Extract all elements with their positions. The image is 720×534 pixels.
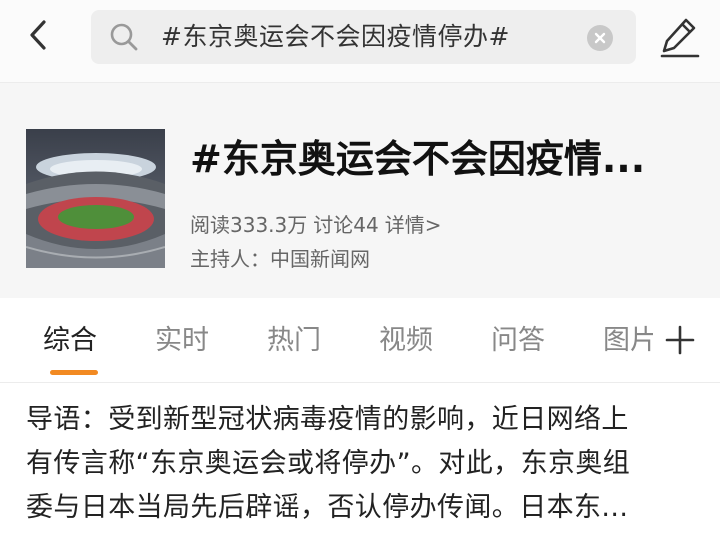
intro-line: 委与日本当局先后辟谣，否认停办传闻。日本东... <box>26 492 629 523</box>
tab-comprehensive[interactable]: 综合 <box>43 318 97 357</box>
topic-header: #东京奥运会不会因疫情... 阅读333.3万 讨论44 详情> 主持人：中国新闻网 <box>0 83 720 298</box>
active-tab-indicator <box>50 370 98 375</box>
topic-host: 主持人：中国新闻网 <box>190 247 370 271</box>
edit-icon[interactable] <box>658 14 702 58</box>
back-icon[interactable] <box>22 18 56 52</box>
topic-title: #东京奥运会不会因疫情... <box>190 137 646 181</box>
search-query[interactable]: #东京奥运会不会因疫情停办# <box>161 10 510 64</box>
topic-stats: 阅读333.3万 讨论44 详情> <box>190 209 447 238</box>
intro-line: 有传言称“东京奥运会或将停办”。对此，东京奥组 <box>26 448 631 479</box>
tab-realtime[interactable]: 实时 <box>155 318 209 357</box>
intro-line: 导语：受到新型冠状病毒疫情的影响，近日网络上 <box>26 404 629 435</box>
read-count: 阅读333.3万 <box>190 213 308 237</box>
search-input[interactable]: #东京奥运会不会因疫情停办# <box>91 10 636 64</box>
tab-bar: 综合 实时 热门 视频 问答 图片 <box>0 298 720 383</box>
tab-video[interactable]: 视频 <box>379 318 433 357</box>
top-bar: #东京奥运会不会因疫情停办# <box>0 0 720 83</box>
plus-icon[interactable] <box>664 324 696 356</box>
topic-thumbnail[interactable] <box>26 129 165 268</box>
tab-hot[interactable]: 热门 <box>267 318 321 357</box>
tab-pictures[interactable]: 图片 <box>603 318 653 357</box>
clear-icon[interactable] <box>587 25 613 51</box>
tab-qa[interactable]: 问答 <box>491 318 545 357</box>
discussion-count: 讨论44 <box>313 213 379 237</box>
tab-clip: 图片 <box>601 298 653 382</box>
search-icon <box>110 23 138 51</box>
details-link[interactable]: 详情> <box>385 213 442 237</box>
topic-intro[interactable]: 导语：受到新型冠状病毒疫情的影响，近日网络上 有传言称“东京奥运会或将停办”。对… <box>26 398 696 530</box>
